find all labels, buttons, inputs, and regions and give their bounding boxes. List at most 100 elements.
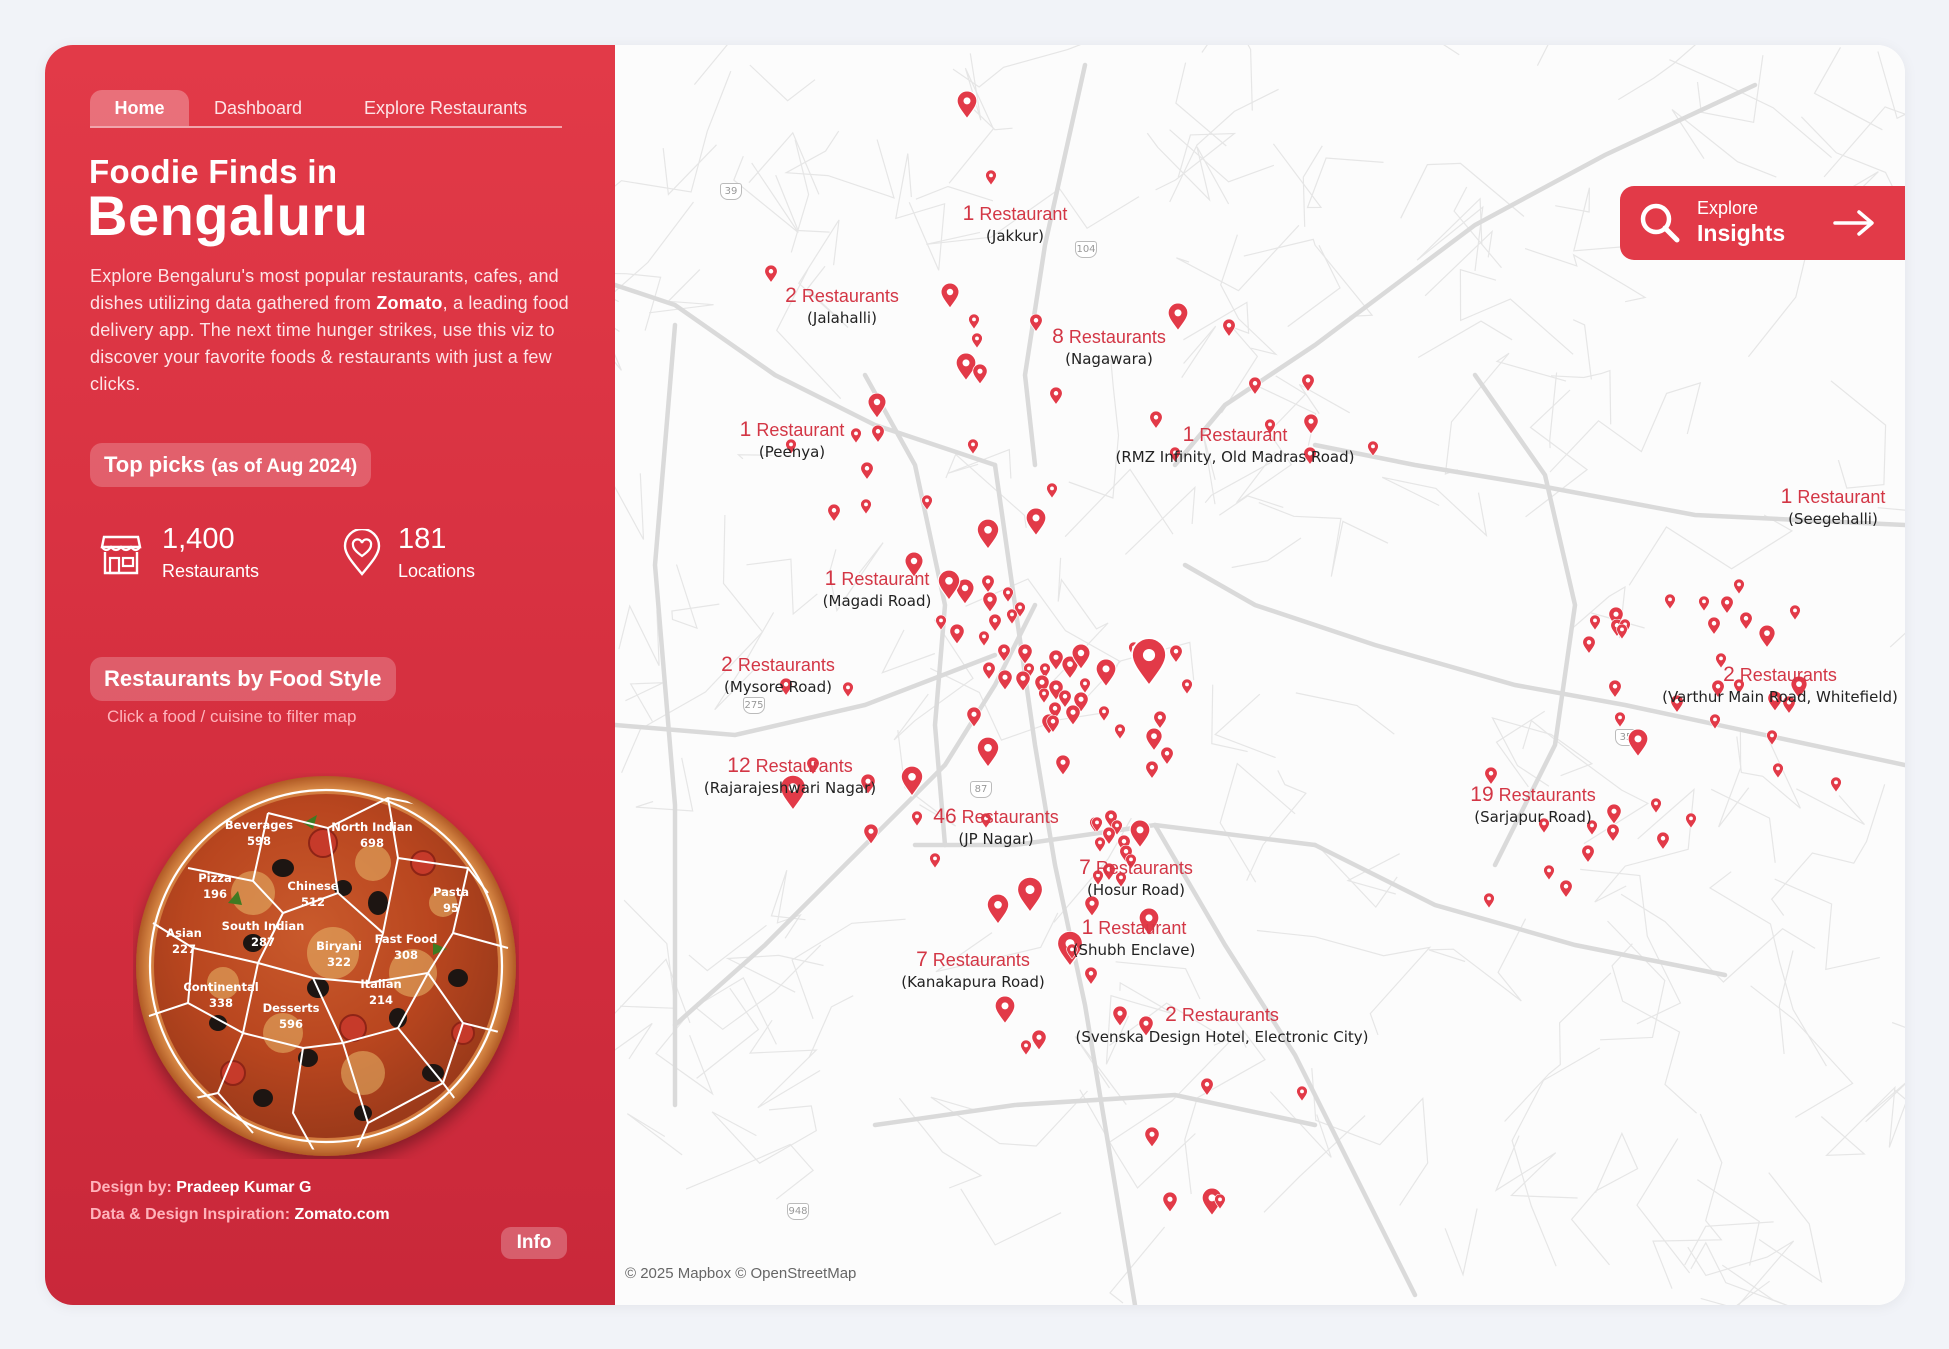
restaurant-pin[interactable] (1698, 596, 1710, 612)
area-label[interactable]: 7 Restaurants (Hosur Road) (1079, 856, 1193, 899)
restaurant-pin[interactable] (900, 765, 924, 797)
area-label[interactable]: 2 Restaurants (Mysore Road) (721, 653, 835, 696)
restaurant-pin[interactable] (1055, 755, 1071, 776)
restaurant-pin[interactable] (976, 518, 1000, 550)
restaurant-pin[interactable] (1015, 671, 1031, 692)
area-label[interactable]: 19 Restaurants (Sarjapur Road) (1470, 783, 1595, 826)
area-label[interactable]: 1 Restaurant (Seegehalli) (1781, 485, 1886, 528)
restaurant-pin[interactable] (1720, 595, 1734, 614)
restaurant-pin[interactable] (1160, 746, 1174, 765)
restaurant-pin[interactable] (1606, 823, 1620, 842)
restaurant-pin[interactable] (1581, 844, 1595, 863)
restaurant-pin[interactable] (929, 853, 941, 869)
area-label[interactable]: 1 Restaurant (Magadi Road) (823, 567, 932, 610)
restaurant-pin[interactable] (1095, 659, 1117, 688)
area-label[interactable]: 7 Restaurants (Kanakapura Road) (901, 948, 1045, 991)
restaurant-pin[interactable] (921, 495, 933, 511)
restaurant-pin[interactable] (937, 569, 961, 601)
restaurant-pin[interactable] (1830, 777, 1842, 793)
tab-explore-restaurants[interactable]: Explore Restaurants (364, 90, 527, 126)
area-label[interactable]: 1 Restaurant (RMZ Infinity, Old Madras Ro… (1116, 423, 1355, 466)
restaurant-pin[interactable] (1733, 579, 1745, 595)
restaurant-pin[interactable] (842, 682, 854, 698)
restaurant-pin[interactable] (997, 643, 1011, 662)
restaurant-pin[interactable] (956, 91, 978, 120)
restaurant-pin[interactable] (1094, 837, 1106, 853)
restaurant-pin[interactable] (1002, 587, 1014, 603)
restaurant-pin[interactable] (1483, 893, 1495, 909)
restaurant-pin[interactable] (949, 624, 965, 645)
restaurant-pin[interactable] (860, 499, 872, 515)
restaurant-pin[interactable] (1016, 876, 1044, 913)
restaurant-pin[interactable] (1685, 813, 1697, 829)
restaurant-pin[interactable] (1614, 712, 1626, 728)
restaurant-pin[interactable] (988, 613, 1002, 632)
restaurant-pin[interactable] (1031, 1030, 1047, 1051)
restaurant-pin[interactable] (1707, 616, 1721, 635)
restaurant-pin[interactable] (1049, 386, 1063, 405)
restaurant-pin[interactable] (976, 736, 1000, 768)
restaurant-pin[interactable] (982, 592, 998, 613)
restaurant-pin[interactable] (1084, 966, 1098, 985)
explore-insights-button[interactable]: Explore Insights (1620, 186, 1905, 260)
restaurant-pin[interactable] (968, 314, 980, 330)
area-label[interactable]: 2 Restaurants (Svenska Design Hotel, Elec… (1076, 1003, 1369, 1046)
restaurant-pin[interactable] (1367, 441, 1379, 457)
restaurant-pin[interactable] (981, 574, 995, 593)
restaurant-pin[interactable] (1162, 1192, 1178, 1213)
restaurant-pin[interactable] (1144, 1127, 1160, 1148)
restaurant-pin[interactable] (863, 824, 879, 845)
area-label[interactable]: 12 Restaurants (Rajarajeshwari Nagar) (704, 754, 876, 797)
restaurant-pin[interactable] (867, 393, 887, 419)
info-button[interactable]: Info (501, 1227, 567, 1259)
restaurant-pin[interactable] (982, 661, 996, 680)
restaurant-pin[interactable] (764, 264, 778, 283)
restaurant-pin[interactable] (994, 996, 1016, 1025)
restaurant-pin[interactable] (978, 631, 990, 647)
restaurant-pin[interactable] (1020, 1040, 1032, 1056)
restaurant-pin[interactable] (1616, 624, 1628, 640)
area-label[interactable]: 1 Restaurant (Peenya) (740, 418, 845, 461)
restaurant-pin[interactable] (1017, 644, 1033, 665)
restaurant-pin[interactable] (1656, 831, 1670, 850)
restaurant-pin[interactable] (1029, 313, 1043, 332)
restaurant-pin[interactable] (966, 707, 982, 728)
restaurant-pin[interactable] (1248, 376, 1262, 395)
restaurant-pin[interactable] (911, 811, 923, 827)
restaurant-pin[interactable] (1079, 678, 1091, 694)
restaurant-pin[interactable] (1766, 730, 1778, 746)
restaurant-pin[interactable] (1065, 705, 1081, 726)
restaurant-pin[interactable] (1130, 637, 1168, 687)
restaurant-pin[interactable] (967, 439, 979, 455)
restaurant-pin[interactable] (1739, 611, 1753, 630)
restaurant-pin[interactable] (1543, 865, 1555, 881)
restaurant-pin[interactable] (986, 893, 1010, 925)
restaurant-pin[interactable] (1006, 609, 1018, 625)
restaurant-pin[interactable] (1046, 714, 1060, 733)
area-label[interactable]: 1 Restaurant (Jakkur) (963, 202, 1068, 245)
restaurant-pin[interactable] (971, 333, 983, 349)
area-label[interactable]: 2 Restaurants (Varthur Main Road, Whitefi… (1662, 663, 1898, 706)
restaurant-pin[interactable] (985, 170, 997, 186)
restaurant-pin[interactable] (1129, 820, 1151, 849)
restaurant-pin[interactable] (1071, 644, 1091, 670)
restaurant-pin[interactable] (1153, 710, 1167, 729)
area-label[interactable]: 1 Restaurant (Shubh Enclave) (1073, 916, 1196, 959)
restaurant-pin[interactable] (1222, 318, 1236, 337)
restaurant-pin[interactable] (1758, 624, 1776, 648)
restaurant-pin[interactable] (1084, 896, 1100, 917)
restaurant-pin[interactable] (1098, 706, 1110, 722)
designer-name[interactable]: Pradeep Kumar G (176, 1179, 311, 1196)
restaurant-pin[interactable] (972, 364, 988, 385)
restaurant-pin[interactable] (1181, 679, 1193, 695)
restaurant-pin[interactable] (1214, 1194, 1226, 1210)
data-source-link[interactable]: Zomato.com (294, 1206, 389, 1223)
restaurant-pin[interactable] (1167, 303, 1189, 332)
restaurant-pin[interactable] (1627, 729, 1649, 758)
restaurant-pin[interactable] (935, 615, 947, 631)
restaurant-pin[interactable] (860, 461, 874, 480)
restaurant-pin[interactable] (1709, 714, 1721, 730)
restaurant-pin[interactable] (940, 283, 960, 309)
restaurant-pin[interactable] (1608, 679, 1622, 698)
restaurant-pin[interactable] (1789, 605, 1801, 621)
